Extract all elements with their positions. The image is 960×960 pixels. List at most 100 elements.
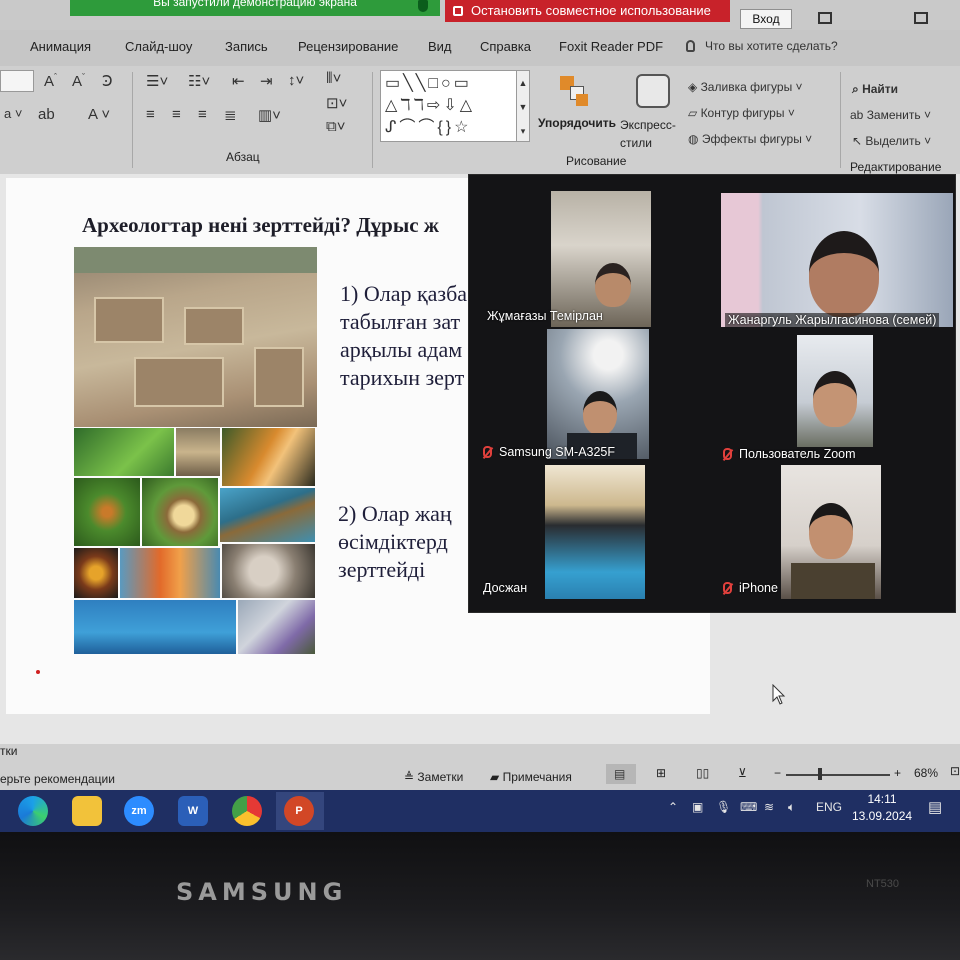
font-color-icon[interactable]: A ˅: [88, 106, 110, 123]
shape-fill-button[interactable]: ◈ Заливка фигуры ˅: [688, 80, 803, 94]
restore-window-icon[interactable]: [914, 12, 928, 24]
stop-sharing-button[interactable]: Остановить совместное использование: [445, 0, 730, 22]
sign-in-button[interactable]: Вход: [740, 9, 792, 29]
quick-styles-label[interactable]: Экспресс-стили: [620, 116, 680, 152]
tab-view[interactable]: Вид: [428, 39, 452, 54]
align-left-icon[interactable]: ≡: [146, 106, 155, 123]
zoom-in-button[interactable]: +: [894, 766, 901, 780]
participant-video[interactable]: [797, 335, 873, 447]
comments-button[interactable]: ▰ Примечания: [490, 770, 572, 784]
font-size-select[interactable]: [0, 70, 34, 92]
shape-effects-button[interactable]: ◍ Эффекты фигуры ˅: [688, 132, 812, 146]
mic-muted-icon: [723, 448, 732, 460]
increase-indent-icon[interactable]: ⇥: [260, 72, 273, 90]
volume-icon[interactable]: 🔈︎: [788, 800, 795, 815]
participant-name: Жанаргуль Жарылгасинова (семей): [725, 313, 940, 327]
slideshow-view-icon[interactable]: ⊻: [738, 766, 747, 780]
arrange-label[interactable]: Упорядочить: [538, 116, 616, 130]
shapes-gallery[interactable]: ▭╲╲□○▭ △ℸℸ⇨⇩△ ᔑ⌒⌒{}☆: [380, 70, 530, 142]
input-indicator-icon[interactable]: ⌨: [740, 800, 757, 814]
text-direction-icon[interactable]: ⦀˅: [326, 70, 341, 87]
smartart-icon[interactable]: ⧉˅: [326, 118, 345, 135]
participant-video[interactable]: [721, 193, 953, 327]
ribbon-display-options-icon[interactable]: [818, 12, 832, 24]
fit-to-window-icon[interactable]: ⊡: [950, 764, 960, 778]
tiger-photo: [222, 428, 315, 486]
edge-icon[interactable]: [18, 796, 48, 826]
group-separator: [840, 72, 841, 168]
shape-effects-label: Эффекты фигуры: [701, 132, 802, 146]
select-label: Выделить: [865, 134, 921, 148]
group-separator: [132, 72, 133, 168]
language-indicator[interactable]: ENG: [816, 800, 842, 814]
fish-photo: [120, 548, 220, 598]
tab-animation[interactable]: Анимация: [30, 39, 91, 54]
participant-name: Жұмағазы Темірлан: [487, 309, 603, 323]
excavation-photo: [74, 247, 317, 427]
chrome-icon[interactable]: [232, 796, 262, 826]
bullets-icon[interactable]: ☰˅: [146, 72, 168, 90]
zoom-icon[interactable]: zm: [124, 796, 154, 826]
reading-view-icon[interactable]: ▯▯: [696, 766, 709, 780]
word-icon[interactable]: W: [178, 796, 208, 826]
tell-me-search[interactable]: Что вы хотите сделать?: [686, 39, 838, 53]
participant-video[interactable]: [551, 191, 651, 327]
grow-font-icon[interactable]: Aˆ: [44, 72, 57, 90]
notifications-icon[interactable]: ▤: [928, 798, 942, 816]
show-hidden-icons[interactable]: ⌃: [668, 800, 678, 814]
decrease-indent-icon[interactable]: ⇤: [232, 72, 245, 90]
find-button[interactable]: ⌕ Найти: [852, 82, 898, 97]
zoom-level[interactable]: 68%: [914, 766, 938, 780]
slide-title[interactable]: Археологтар нені зерттейді? Дұрыс ж: [82, 213, 439, 238]
numbering-icon[interactable]: ☷˅: [188, 72, 210, 90]
notes-pane-partial[interactable]: тки: [0, 744, 17, 758]
columns-icon[interactable]: ▥˅: [258, 106, 281, 124]
shape-outline-button[interactable]: ▱ Контур фигуры ˅: [688, 106, 795, 120]
notes-label: Заметки: [417, 770, 464, 784]
normal-view-button[interactable]: ▤: [606, 764, 636, 784]
quick-styles-icon[interactable]: [636, 74, 670, 108]
notes-button[interactable]: ≜ Заметки: [404, 770, 463, 784]
file-explorer-icon[interactable]: [72, 796, 102, 826]
recommendations-partial[interactable]: ерьте рекомендации: [0, 772, 115, 786]
answer-option-2[interactable]: 2) Олар жаң өсімдіктерд зерттейді: [338, 500, 452, 584]
replace-button[interactable]: ab Заменить ˅: [850, 108, 931, 122]
laptop-model-label: NT530: [866, 878, 900, 890]
ribbon-tabs: Анимация Слайд-шоу Запись Рецензирование…: [0, 30, 960, 66]
align-right-icon[interactable]: ≡: [198, 106, 207, 123]
arrange-icon[interactable]: [560, 76, 590, 106]
microphone-icon[interactable]: 🎙︎: [716, 800, 731, 814]
zoom-slider[interactable]: [786, 774, 890, 776]
shapes-scroll[interactable]: ▲ ▼ ▾: [516, 70, 530, 142]
frog-photo: [74, 428, 174, 476]
highlight-icon[interactable]: ab: [38, 106, 55, 123]
participant-video[interactable]: [781, 465, 881, 599]
select-button[interactable]: ↖ Выделить ˅: [852, 134, 931, 148]
tab-review[interactable]: Рецензирование: [298, 39, 398, 54]
participant-video[interactable]: [545, 465, 645, 599]
clear-formatting-icon[interactable]: Ꜿ: [102, 72, 113, 90]
tab-help[interactable]: Справка: [480, 39, 531, 54]
option1-line: арқылы адам: [340, 337, 463, 362]
justify-icon[interactable]: ≣: [224, 106, 237, 124]
line-spacing-icon[interactable]: ↕˅: [288, 72, 304, 89]
participant-video[interactable]: [547, 329, 649, 459]
slide-sorter-icon[interactable]: ⊞: [656, 766, 666, 780]
shrink-font-icon[interactable]: Aˇ: [72, 72, 85, 90]
zoom-out-button[interactable]: −: [774, 766, 781, 780]
answer-option-1[interactable]: 1) Олар қазба табылған зат арқылы адам т…: [340, 280, 467, 392]
align-text-icon[interactable]: ⊡˅: [326, 94, 347, 112]
meet-now-icon[interactable]: ▣: [692, 800, 703, 814]
align-center-icon[interactable]: ≡: [172, 106, 181, 123]
powerpoint-icon[interactable]: P: [284, 796, 314, 826]
butterfly-photo: [74, 548, 118, 598]
system-clock[interactable]: 14:11 13.09.2024: [852, 791, 912, 825]
wifi-icon[interactable]: ≋: [764, 800, 774, 814]
tab-record[interactable]: Запись: [225, 39, 268, 54]
find-label: Найти: [862, 82, 899, 96]
shark-photo: [74, 600, 236, 654]
tab-slideshow[interactable]: Слайд-шоу: [125, 39, 192, 54]
font-color-partial-icon[interactable]: a ˅: [4, 106, 22, 121]
tab-foxit-pdf[interactable]: Foxit Reader PDF: [559, 39, 663, 54]
zoom-slider-thumb[interactable]: [818, 768, 822, 780]
